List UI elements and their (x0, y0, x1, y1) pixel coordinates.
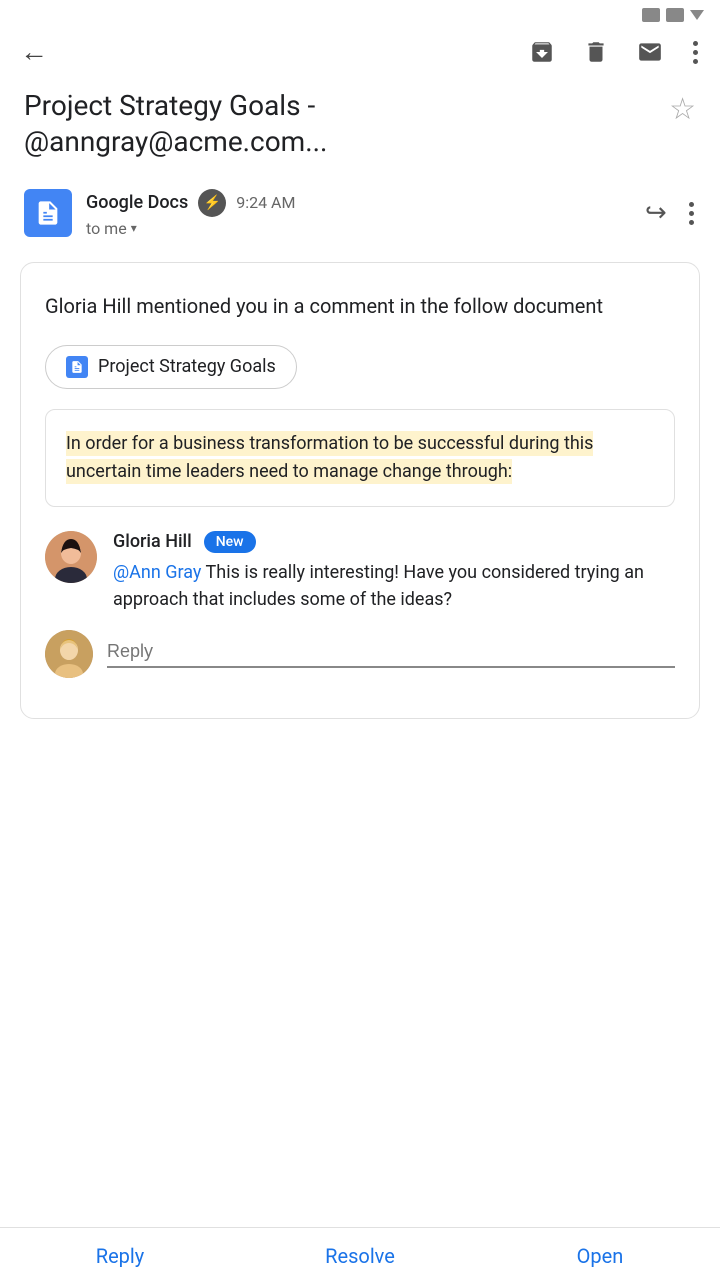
sender-actions: ↩ (645, 198, 696, 228)
mail-icon (637, 39, 663, 65)
quote-text: In order for a business transformation t… (66, 431, 593, 484)
reply-input[interactable] (107, 641, 675, 662)
quote-box: In order for a business transformation t… (45, 409, 675, 507)
doc-icon (70, 360, 84, 374)
gloria-avatar-image (45, 531, 97, 583)
subject-line1: Project Strategy Goals - (24, 88, 657, 124)
mention-at-user: @Ann Gray (113, 562, 201, 583)
reply-button[interactable]: ↩ (645, 198, 667, 228)
subject-line2: @anngray@acme.com... (24, 124, 657, 160)
comment-text: @Ann Gray This is really interesting! Ha… (113, 559, 675, 615)
reply-input-wrapper (107, 641, 675, 668)
to-me-text: to me (86, 219, 127, 238)
subject-area: Project Strategy Goals - @anngray@acme.c… (0, 78, 720, 181)
new-badge: New (204, 531, 256, 553)
dot1 (693, 41, 698, 46)
sender-name-row: Google Docs ⚡ 9:24 AM (86, 189, 645, 217)
doc-link-label: Project Strategy Goals (98, 356, 276, 377)
doc-link-icon (66, 356, 88, 378)
sender-info: Google Docs ⚡ 9:24 AM to me ▾ (86, 189, 645, 238)
bottom-action-bar: Reply Resolve Open (0, 1227, 720, 1280)
sdot1 (689, 202, 694, 207)
mention-text: Gloria Hill mentioned you in a comment i… (45, 291, 675, 321)
dot2 (693, 50, 698, 55)
doc-link-button[interactable]: Project Strategy Goals (45, 345, 297, 389)
signal2-icon (666, 8, 684, 22)
dropdown-icon (690, 10, 704, 20)
resolve-button[interactable]: Resolve (240, 1244, 480, 1268)
commenter-avatar (45, 531, 97, 583)
dot3 (693, 59, 698, 64)
comment-header: Gloria Hill New (113, 531, 675, 553)
status-icons (642, 8, 704, 22)
archive-button[interactable] (529, 39, 555, 65)
commenter-name: Gloria Hill (113, 531, 192, 552)
sender-row: Google Docs ⚡ 9:24 AM to me ▾ ↩ (0, 181, 720, 254)
sdot3 (689, 220, 694, 225)
reply-input-row (45, 630, 675, 694)
mail-button[interactable] (637, 39, 663, 65)
toolbar-icons (529, 39, 700, 66)
to-me-label[interactable]: to me ▾ (86, 219, 645, 238)
user-avatar-image (45, 630, 93, 678)
reply-avatar (45, 630, 93, 678)
sender-more-button[interactable] (687, 200, 696, 227)
reply-button-bottom[interactable]: Reply (0, 1244, 240, 1268)
star-button[interactable]: ☆ (669, 92, 696, 127)
delete-icon (583, 39, 609, 65)
open-button[interactable]: Open (480, 1244, 720, 1268)
subject-title: Project Strategy Goals - @anngray@acme.c… (24, 88, 657, 161)
status-bar (0, 0, 720, 26)
sender-avatar (24, 189, 72, 237)
send-time: 9:24 AM (236, 193, 295, 212)
comment-section: Gloria Hill New @Ann Gray This is really… (45, 531, 675, 631)
comment-body: Gloria Hill New @Ann Gray This is really… (113, 531, 675, 615)
email-card: Gloria Hill mentioned you in a comment i… (20, 262, 700, 720)
sdot2 (689, 211, 694, 216)
back-button[interactable]: ← (20, 38, 48, 66)
archive-icon (529, 39, 555, 65)
google-docs-icon (34, 199, 62, 227)
caret-icon: ▾ (131, 221, 137, 235)
toolbar: ← (0, 26, 720, 78)
sender-name: Google Docs (86, 192, 188, 213)
more-button[interactable] (691, 39, 700, 66)
delete-button[interactable] (583, 39, 609, 65)
lightning-icon: ⚡ (198, 189, 226, 217)
signal1-icon (642, 8, 660, 22)
